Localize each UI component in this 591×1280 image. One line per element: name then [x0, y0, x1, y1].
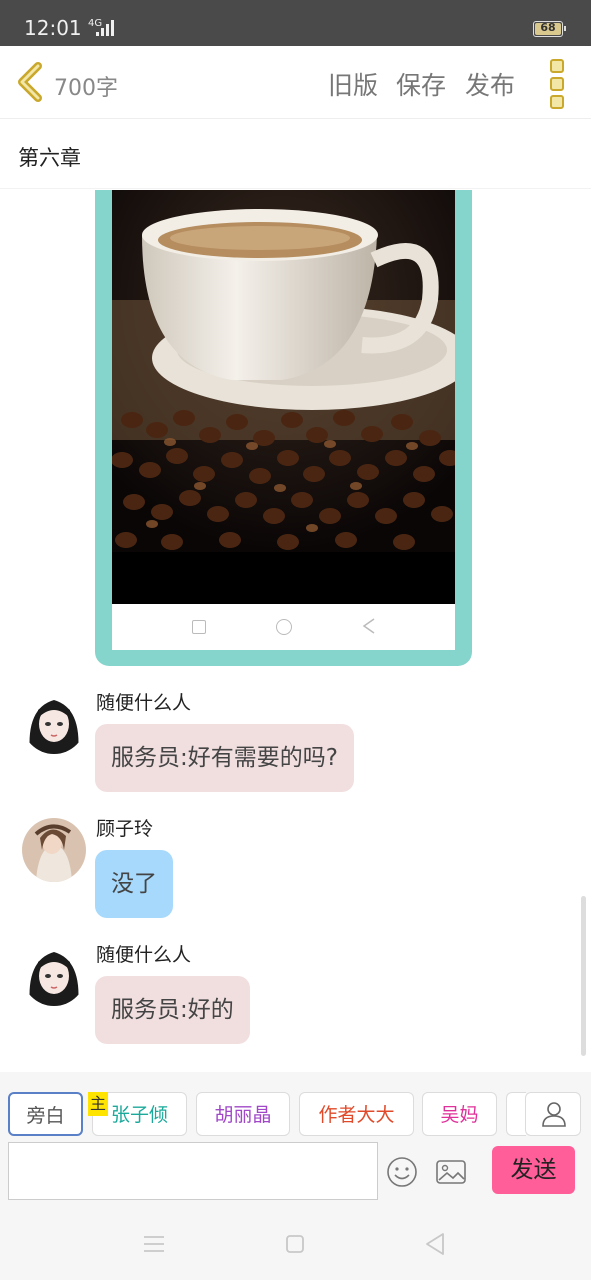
avatar: [22, 942, 86, 1006]
status-bar: 12:01 4G 68: [0, 0, 591, 46]
back-arrow-icon[interactable]: [14, 62, 48, 102]
character-name: 吴妈: [440, 1104, 479, 1126]
save-button[interactable]: 保存: [396, 66, 446, 102]
phone-screen: [112, 190, 455, 650]
message-bubble[interactable]: 服务员:好的: [95, 976, 250, 1044]
menu-icon[interactable]: [143, 1234, 165, 1254]
character-name: 旁白: [26, 1105, 65, 1127]
coffee-photo: [112, 190, 455, 552]
message-bubble[interactable]: 服务员:好有需要的吗?: [95, 724, 354, 792]
editor-header: 700字 旧版 保存 发布: [0, 46, 591, 119]
character-name: 作者大大: [318, 1104, 395, 1126]
character-chip[interactable]: 胡丽晶: [196, 1092, 290, 1136]
battery-icon: 68: [533, 21, 566, 37]
person-icon: [542, 1102, 566, 1127]
sender-name: 随便什么人: [96, 692, 192, 714]
chapter-title-field[interactable]: 第六章: [0, 118, 591, 189]
battery-level: 68: [540, 21, 556, 34]
system-nav-bar: [0, 1208, 591, 1280]
back-icon[interactable]: [424, 1232, 446, 1256]
publish-button[interactable]: 发布: [465, 66, 515, 102]
avatar: [22, 818, 86, 882]
character-name: 胡丽晶: [214, 1104, 272, 1126]
manage-characters-button[interactable]: [525, 1092, 581, 1136]
image-icon[interactable]: [435, 1156, 467, 1188]
old-version-button[interactable]: 旧版: [328, 66, 378, 102]
chapter-title: 第六章: [18, 146, 81, 170]
story-image[interactable]: [95, 190, 472, 666]
character-chip[interactable]: 吴妈: [422, 1092, 497, 1136]
main-character-badge: 主: [88, 1092, 108, 1116]
sender-name: 顾子玲: [96, 818, 154, 840]
message-bubble[interactable]: 没了: [95, 850, 173, 918]
scrollbar[interactable]: [581, 896, 586, 1056]
character-chip-narrator[interactable]: 旁白: [8, 1092, 83, 1136]
emoji-icon[interactable]: [386, 1156, 418, 1188]
word-count: 700字: [54, 76, 118, 101]
message-input[interactable]: [8, 1142, 378, 1200]
phone-nav-bar: [112, 604, 455, 650]
home-icon[interactable]: [285, 1234, 305, 1254]
composer-panel: 旁白 张子倾 主 胡丽晶 作者大大 吴妈 发送: [0, 1072, 591, 1208]
character-name: 张子倾: [110, 1104, 168, 1126]
sender-name: 随便什么人: [96, 944, 192, 966]
character-chip-partial[interactable]: [506, 1092, 526, 1136]
signal-icon: [96, 20, 114, 36]
avatar: [22, 690, 86, 754]
more-menu-icon[interactable]: [550, 59, 566, 109]
character-chip[interactable]: 作者大大: [299, 1092, 414, 1136]
status-time: 12:01: [24, 16, 82, 40]
send-button[interactable]: 发送: [492, 1146, 575, 1194]
